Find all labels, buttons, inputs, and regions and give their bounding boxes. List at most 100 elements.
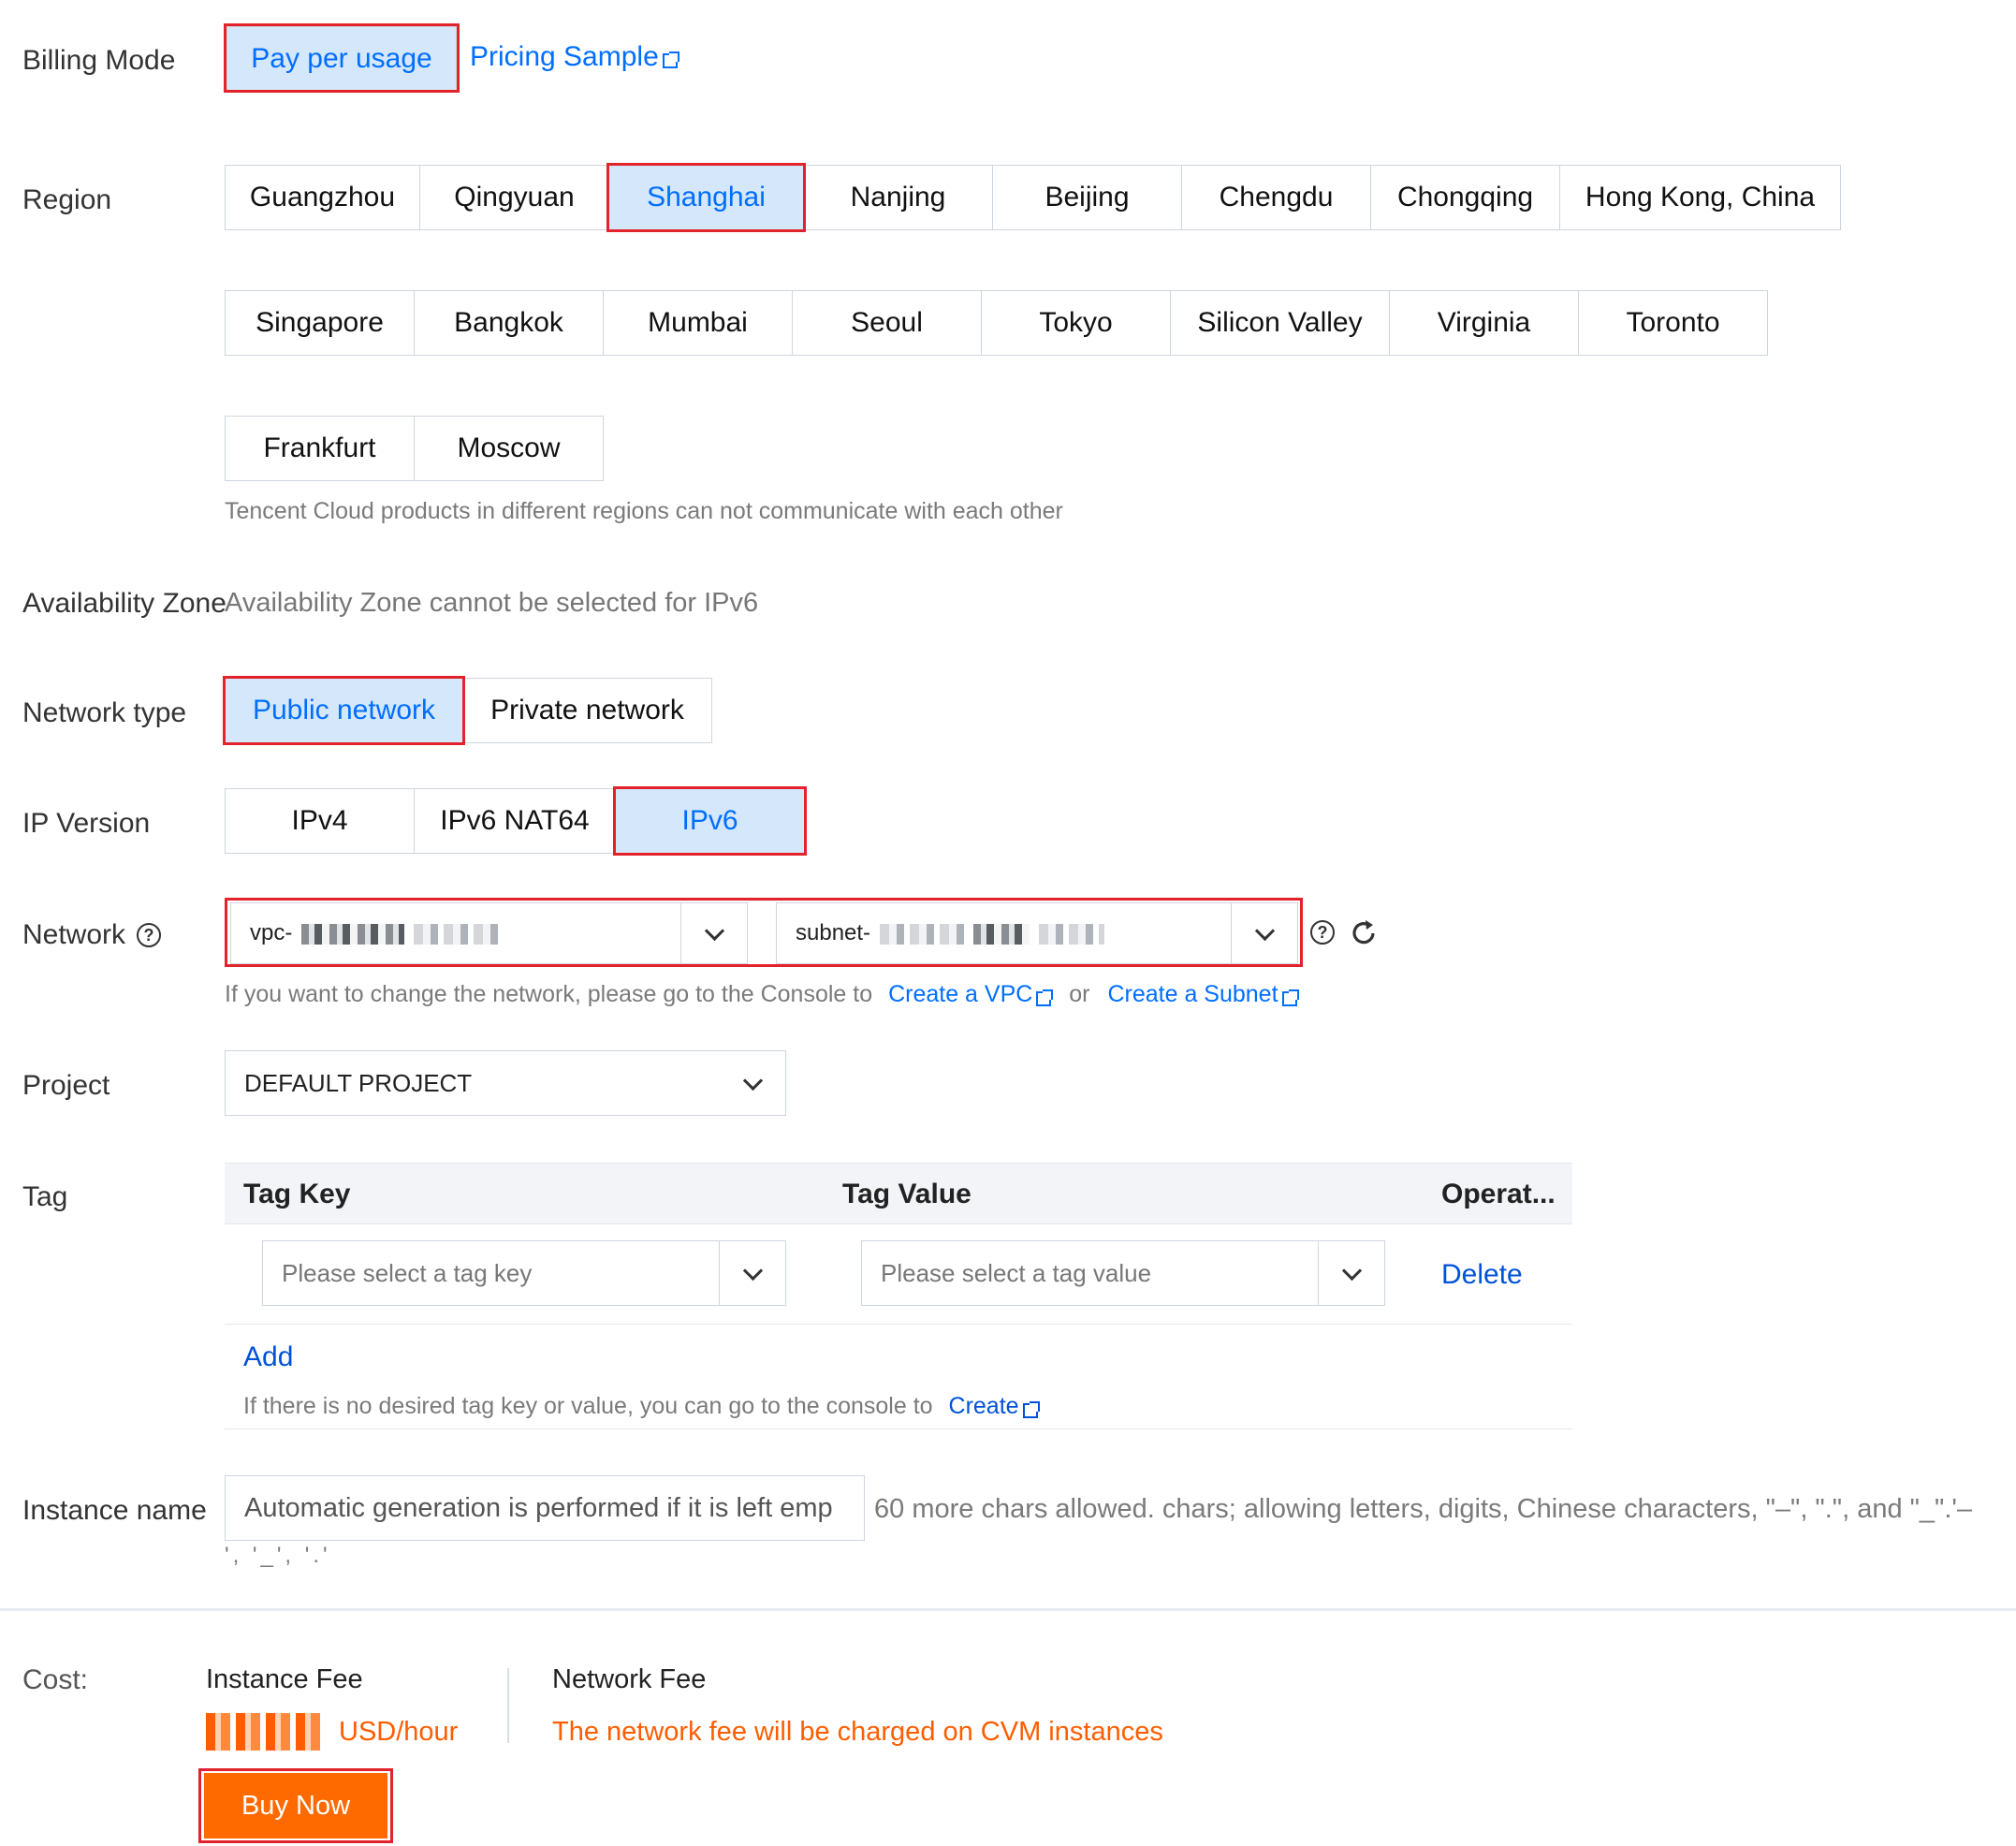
tag-value-select[interactable]: Please select a tag value	[861, 1240, 1385, 1306]
vpc-prefix: vpc-	[250, 920, 293, 945]
external-link-icon: ↗	[662, 51, 679, 68]
instance-name-hint-1: 60 more chars allowed. chars; allowing l…	[874, 1494, 1973, 1524]
redacted-subnet-id	[880, 923, 965, 945]
tag-key-dropdown-arrow	[719, 1241, 785, 1305]
ip-version-options: IPv4 IPv6 NAT64 IPv6	[225, 786, 807, 856]
tag-label: Tag	[22, 1181, 68, 1212]
ip-version-label: IP Version	[22, 808, 151, 839]
instance-name-label: Instance name	[22, 1495, 207, 1526]
network-type-options: Public network Private network	[223, 676, 712, 745]
tag-add-link[interactable]: Add	[243, 1341, 293, 1373]
project-dropdown-arrow	[720, 1051, 785, 1115]
price-unit: USD/hour	[339, 1716, 459, 1747]
cost-divider	[507, 1668, 509, 1743]
region-row-2: Singapore Bangkok Mumbai Seoul Tokyo Sil…	[225, 290, 1768, 356]
pricing-sample-link[interactable]: Pricing Sample↗	[470, 41, 679, 73]
tag-value-placeholder: Please select a tag value	[881, 1258, 1152, 1287]
billing-mode-options: Pay per usage	[226, 26, 457, 92]
project-select[interactable]: DEFAULT PROJECT	[225, 1050, 786, 1116]
region-option-toronto[interactable]: Toronto	[1578, 290, 1768, 356]
region-option-qingyuan[interactable]: Qingyuan	[419, 165, 609, 230]
create-vpc-link[interactable]: Create a VPC↗	[888, 981, 1054, 1007]
tag-hint-text: If there is no desired tag key or value,…	[243, 1393, 933, 1419]
region-label: Region	[22, 184, 112, 215]
vpc-select-value: vpc-	[231, 920, 680, 946]
tag-row-divider	[225, 1324, 1572, 1325]
region-option-tokyo[interactable]: Tokyo	[981, 290, 1171, 356]
region-option-shanghai[interactable]: Shanghai	[606, 163, 806, 232]
tag-value-dropdown-arrow	[1318, 1241, 1384, 1305]
billing-mode-label: Billing Mode	[22, 45, 176, 76]
subnet-select[interactable]: subnet-	[776, 902, 1298, 964]
network-type-private[interactable]: Private network	[462, 678, 712, 743]
network-fee-note: The network fee will be charged on CVM i…	[552, 1717, 1163, 1747]
create-subnet-text: Create a Subnet	[1107, 981, 1278, 1007]
chevron-down-icon	[704, 920, 724, 941]
chevron-down-icon	[1341, 1260, 1362, 1281]
vpc-select[interactable]: vpc-	[230, 902, 748, 964]
redacted-subnet-name	[973, 923, 1030, 945]
external-link-icon: ↗	[1022, 1400, 1040, 1418]
availability-zone-text: Availability Zone cannot be selected for…	[225, 588, 759, 618]
tag-table-header: Tag Key Tag Value Operat...	[225, 1163, 1572, 1224]
subnet-select-value: subnet-	[777, 920, 1231, 946]
project-select-value: DEFAULT PROJECT	[244, 1068, 473, 1097]
region-hint: Tencent Cloud products in different regi…	[225, 498, 1063, 524]
project-label: Project	[22, 1070, 110, 1101]
region-option-moscow[interactable]: Moscow	[414, 416, 604, 481]
redacted-vpc-id	[301, 923, 405, 945]
ip-version-ipv6[interactable]: IPv6	[613, 786, 807, 856]
region-option-chongqing[interactable]: Chongqing	[1370, 165, 1560, 230]
network-label-group: Network ?	[22, 919, 162, 951]
tag-delete-link[interactable]: Delete	[1441, 1259, 1523, 1291]
region-option-nanjing[interactable]: Nanjing	[803, 165, 993, 230]
network-hint: If you want to change the network, pleas…	[225, 981, 1299, 1008]
instance-fee-label: Instance Fee	[206, 1664, 363, 1694]
chevron-down-icon	[742, 1260, 763, 1281]
network-type-public[interactable]: Public network	[223, 676, 465, 745]
subnet-dropdown-arrow	[1231, 903, 1297, 963]
redacted-price	[206, 1713, 326, 1751]
tag-key-select[interactable]: Please select a tag key	[262, 1240, 786, 1306]
tag-create-link[interactable]: Create↗	[948, 1393, 1040, 1419]
region-option-silicon-valley[interactable]: Silicon Valley	[1170, 290, 1390, 356]
region-option-virginia[interactable]: Virginia	[1389, 290, 1579, 356]
tag-bottom-divider	[225, 1428, 1572, 1429]
tag-create-text: Create	[948, 1393, 1019, 1419]
instance-name-input[interactable]: Automatic generation is performed if it …	[225, 1475, 865, 1541]
subnet-prefix: subnet-	[796, 920, 871, 945]
network-label: Network	[22, 919, 126, 950]
region-option-frankfurt[interactable]: Frankfurt	[225, 416, 415, 481]
tag-col-value: Tag Value	[842, 1179, 971, 1209]
instance-name-hint-2: ', '_', '.'	[225, 1543, 331, 1568]
external-link-icon: ↗	[1036, 989, 1054, 1006]
help-icon[interactable]: ?	[137, 923, 162, 947]
network-type-label: Network type	[22, 697, 187, 728]
region-option-chengdu[interactable]: Chengdu	[1181, 165, 1371, 230]
region-option-bangkok[interactable]: Bangkok	[414, 290, 604, 356]
region-option-singapore[interactable]: Singapore	[225, 290, 415, 356]
create-subnet-link[interactable]: Create a Subnet↗	[1107, 981, 1299, 1007]
region-option-seoul[interactable]: Seoul	[792, 290, 982, 356]
region-option-mumbai[interactable]: Mumbai	[603, 290, 793, 356]
external-link-icon: ↗	[1281, 989, 1299, 1006]
region-option-hong-kong[interactable]: Hong Kong, China	[1559, 165, 1841, 230]
network-hint-or: or	[1069, 981, 1090, 1007]
refresh-icon[interactable]	[1348, 917, 1380, 949]
tag-key-placeholder: Please select a tag key	[282, 1258, 533, 1287]
buy-now-button[interactable]: Buy Now	[204, 1773, 387, 1839]
chevron-down-icon	[742, 1070, 763, 1091]
instance-fee-price: USD/hour	[206, 1713, 458, 1751]
ip-version-ipv6-nat64[interactable]: IPv6 NAT64	[414, 788, 616, 854]
help-icon[interactable]: ?	[1310, 920, 1335, 945]
vpc-dropdown-arrow	[680, 903, 747, 963]
region-option-beijing[interactable]: Beijing	[992, 165, 1182, 230]
region-option-guangzhou[interactable]: Guangzhou	[225, 165, 420, 230]
network-hint-text: If you want to change the network, pleas…	[225, 981, 873, 1007]
billing-option-pay-per-usage[interactable]: Pay per usage	[226, 26, 457, 92]
tag-hint: If there is no desired tag key or value,…	[243, 1393, 1040, 1420]
tag-col-operation: Operat...	[1441, 1179, 1556, 1209]
instance-name-placeholder: Automatic generation is performed if it …	[244, 1492, 833, 1523]
cost-label: Cost:	[22, 1664, 89, 1695]
ip-version-ipv4[interactable]: IPv4	[225, 788, 415, 854]
